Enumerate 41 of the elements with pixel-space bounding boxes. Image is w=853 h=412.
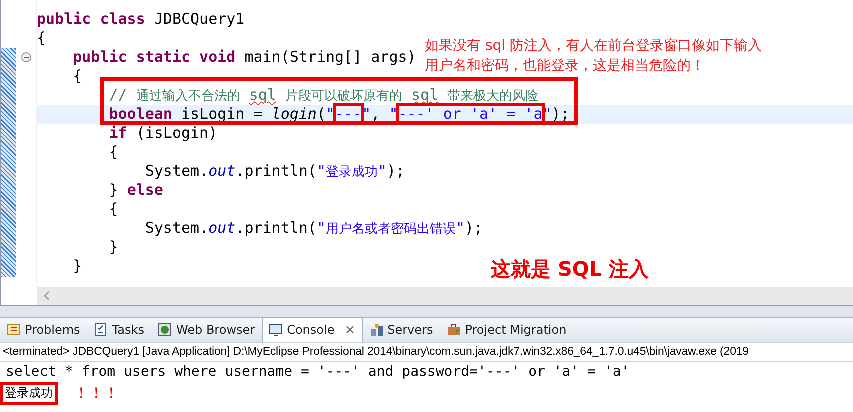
globe-icon — [158, 323, 172, 337]
panel-tab[interactable]: Project Migration — [440, 318, 574, 342]
code-line: { — [72, 67, 82, 85]
code-line: boolean isLogin = login("---", "---' or 'a' = 'a"); — [108, 105, 570, 123]
console-output: 登录成功 — [0, 382, 58, 405]
panel-tab[interactable]: Console × — [262, 318, 363, 342]
checklist-icon — [94, 323, 108, 337]
servers-icon — [370, 323, 384, 337]
code-line: System.out.println("登录成功"); — [144, 162, 406, 180]
code-line: { — [37, 29, 46, 47]
panel-tab[interactable]: Servers — [362, 318, 440, 342]
warning-list-icon — [7, 323, 21, 337]
code-line: public class JDBCQuery1 — [37, 10, 245, 28]
code-line: { — [108, 200, 118, 218]
code-line: } — [108, 238, 118, 256]
monitor-icon — [269, 323, 284, 337]
code-line: public static void main(String[] args) — [72, 48, 416, 66]
tab-label: Console — [287, 323, 335, 337]
code-line: System.out.println("用户名或者密码出错误"); — [144, 219, 484, 237]
annotation-exclamation: ！！！ — [74, 384, 119, 403]
panel-tab[interactable]: Tasks — [87, 318, 152, 342]
code-line: { — [108, 143, 118, 161]
code-line: // 通过输入不合法的 sql 片段可以破坏原有的 sql 带来极大的风险 — [108, 86, 539, 104]
code-line: } else — [108, 181, 164, 199]
collapse-icon[interactable] — [20, 52, 32, 63]
tab-label: Problems — [25, 323, 80, 337]
briefcase-icon — [447, 323, 462, 337]
close-icon[interactable]: × — [344, 322, 356, 338]
console-header: <terminated> JDBCQuery1 [Java Application] D:\MyEclipse Professional 2014\binary\com.sun.java.jdk7.win32.x86_64_1.7.0.u45\bin\javaw.exe (2019 — [3, 346, 749, 358]
code-line: } — [72, 257, 82, 275]
annotation-headline: 这就是 SQL 注入 — [491, 256, 650, 283]
tab-label: Web Browser — [176, 323, 256, 337]
tab-label: Project Migration — [465, 323, 567, 337]
annotation-note: 如果没有 sql 防注入，有人在前台登录窗口像如下输入 用户名和密码，也能登录，这是相当危险的！ — [425, 37, 762, 76]
tab-label: Servers — [388, 323, 434, 337]
panel-tab[interactable]: Problems — [0, 318, 88, 342]
code-line: if (isLogin) — [108, 124, 218, 142]
horizontal-scrollbar[interactable] — [37, 287, 853, 305]
tab-label: Tasks — [112, 323, 144, 337]
console-output: select * from users where username = '---' and password='---' or 'a' = 'a' — [6, 364, 630, 380]
panel-tab[interactable]: Web Browser — [151, 318, 262, 342]
